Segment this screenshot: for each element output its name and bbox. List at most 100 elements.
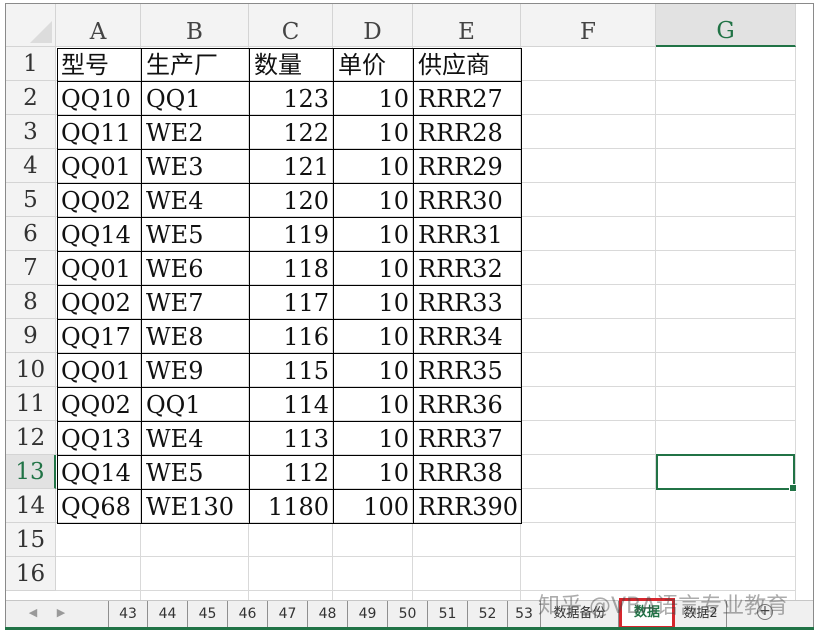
table-cell[interactable]: 118 — [250, 252, 334, 286]
table-cell[interactable]: RRR37 — [414, 422, 522, 456]
table-cell[interactable]: RRR38 — [414, 456, 522, 490]
column-header-e[interactable]: E — [413, 4, 521, 47]
table-cell[interactable]: RRR29 — [414, 150, 522, 184]
table-cell[interactable]: WE3 — [142, 150, 250, 184]
table-cell[interactable]: RRR33 — [414, 286, 522, 320]
next-sheet-icon[interactable]: ▶ — [54, 606, 68, 619]
table-cell[interactable]: RRR36 — [414, 388, 522, 422]
table-cell[interactable]: QQ02 — [57, 388, 142, 422]
row-header-13[interactable]: 13 — [6, 455, 56, 489]
table-cell[interactable]: WE5 — [142, 456, 250, 490]
table-cell[interactable]: QQ1 — [142, 388, 250, 422]
row-header-7[interactable]: 7 — [6, 251, 56, 285]
table-cell[interactable]: WE4 — [142, 184, 250, 218]
sheet-tab[interactable]: 53 — [508, 601, 541, 627]
row-header-10[interactable]: 10 — [6, 353, 56, 387]
sheet-tab[interactable]: 52 — [468, 601, 508, 627]
table-cell[interactable]: QQ01 — [57, 252, 142, 286]
column-header-c[interactable]: C — [249, 4, 333, 47]
sheet-tab[interactable]: 46 — [228, 601, 268, 627]
row-header-3[interactable]: 3 — [6, 115, 56, 149]
table-cell[interactable]: QQ14 — [57, 456, 142, 490]
table-cell[interactable]: WE7 — [142, 286, 250, 320]
row-header-14[interactable]: 14 — [6, 489, 56, 523]
table-cell[interactable]: RRR27 — [414, 82, 522, 116]
table-cell[interactable]: QQ10 — [57, 82, 142, 116]
table-cell[interactable]: WE5 — [142, 218, 250, 252]
table-cell[interactable]: 100 — [334, 490, 414, 524]
row-header-8[interactable]: 8 — [6, 285, 56, 319]
table-cell[interactable]: WE4 — [142, 422, 250, 456]
table-header-cell[interactable]: 生产厂 — [142, 48, 250, 82]
sheet-tab[interactable]: 44 — [148, 601, 188, 627]
table-cell[interactable]: 10 — [334, 116, 414, 150]
sheet-tab[interactable]: 数据备份 — [541, 601, 619, 627]
row-header-15[interactable]: 15 — [6, 523, 56, 557]
row-header-2[interactable]: 2 — [6, 81, 56, 115]
table-cell[interactable]: 115 — [250, 354, 334, 388]
sheet-tab[interactable]: 49 — [348, 601, 388, 627]
table-cell[interactable]: 10 — [334, 82, 414, 116]
table-header-cell[interactable]: 供应商 — [414, 48, 522, 82]
table-cell[interactable]: QQ02 — [57, 286, 142, 320]
sheet-tab[interactable]: 43 — [108, 601, 148, 627]
table-cell[interactable]: 113 — [250, 422, 334, 456]
table-cell[interactable]: 120 — [250, 184, 334, 218]
column-header-g[interactable]: G — [656, 4, 796, 47]
table-cell[interactable]: RRR31 — [414, 218, 522, 252]
table-cell[interactable]: 10 — [334, 320, 414, 354]
table-cell[interactable]: 116 — [250, 320, 334, 354]
active-cell-g13[interactable] — [656, 454, 797, 492]
table-cell[interactable]: 112 — [250, 456, 334, 490]
table-cell[interactable]: 117 — [250, 286, 334, 320]
add-sheet-icon[interactable]: + — [757, 604, 773, 620]
table-cell[interactable]: 114 — [250, 388, 334, 422]
table-cell[interactable]: WE9 — [142, 354, 250, 388]
table-cell[interactable]: RRR34 — [414, 320, 522, 354]
table-cell[interactable]: RRR28 — [414, 116, 522, 150]
table-cell[interactable]: QQ14 — [57, 218, 142, 252]
table-cell[interactable]: 10 — [334, 422, 414, 456]
table-cell[interactable]: 123 — [250, 82, 334, 116]
table-cell[interactable]: RRR32 — [414, 252, 522, 286]
table-cell[interactable]: 10 — [334, 286, 414, 320]
table-cell[interactable]: WE2 — [142, 116, 250, 150]
table-cell[interactable]: QQ02 — [57, 184, 142, 218]
table-cell[interactable]: 10 — [334, 456, 414, 490]
table-cell[interactable]: RRR390 — [414, 490, 522, 524]
table-cell[interactable]: RRR30 — [414, 184, 522, 218]
sheet-tab[interactable]: 47 — [268, 601, 308, 627]
sheet-tab[interactable]: 45 — [188, 601, 228, 627]
table-cell[interactable]: 119 — [250, 218, 334, 252]
table-cell[interactable]: WE6 — [142, 252, 250, 286]
prev-sheet-icon[interactable]: ◀ — [26, 606, 40, 619]
row-header-16[interactable]: 16 — [6, 557, 56, 591]
sheet-tab-active[interactable]: 数据 — [619, 598, 675, 627]
column-header-d[interactable]: D — [333, 4, 413, 47]
table-cell[interactable]: 10 — [334, 354, 414, 388]
column-header-f[interactable]: F — [521, 4, 656, 47]
table-cell[interactable]: 10 — [334, 150, 414, 184]
table-cell[interactable]: 121 — [250, 150, 334, 184]
row-header-11[interactable]: 11 — [6, 387, 56, 421]
row-header-6[interactable]: 6 — [6, 217, 56, 251]
row-header-1[interactable]: 1 — [6, 47, 56, 81]
row-header-9[interactable]: 9 — [6, 319, 56, 353]
table-cell[interactable]: RRR35 — [414, 354, 522, 388]
table-cell[interactable]: 10 — [334, 184, 414, 218]
fill-handle[interactable] — [789, 484, 797, 492]
row-header-4[interactable]: 4 — [6, 149, 56, 183]
table-cell[interactable]: QQ01 — [57, 150, 142, 184]
sheet-tab[interactable]: 50 — [388, 601, 428, 627]
table-cell[interactable]: 10 — [334, 252, 414, 286]
column-header-b[interactable]: B — [141, 4, 249, 47]
sheet-tab[interactable]: 数据2 — [675, 601, 727, 627]
table-cell[interactable]: WE130 — [142, 490, 250, 524]
row-header-5[interactable]: 5 — [6, 183, 56, 217]
table-header-cell[interactable]: 单价 — [334, 48, 414, 82]
table-cell[interactable]: QQ68 — [57, 490, 142, 524]
row-header-12[interactable]: 12 — [6, 421, 56, 455]
select-all-corner[interactable] — [6, 4, 56, 47]
sheet-tab[interactable]: 48 — [308, 601, 348, 627]
table-cell[interactable]: 122 — [250, 116, 334, 150]
